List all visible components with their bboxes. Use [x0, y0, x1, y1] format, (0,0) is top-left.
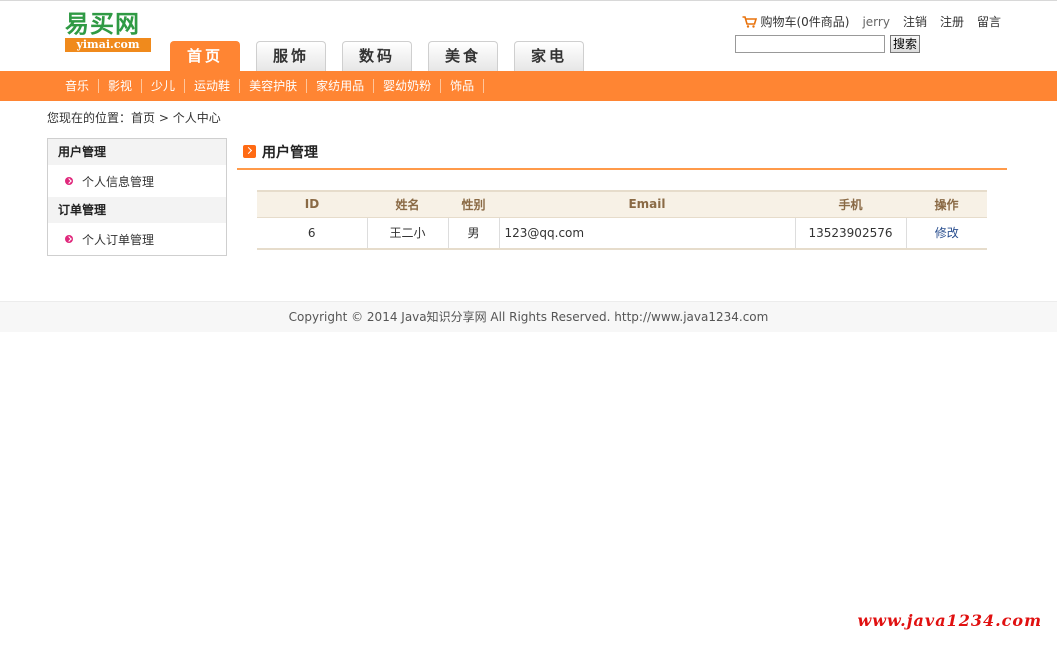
column-header-phone: 手机: [795, 190, 906, 218]
column-header-gender: 性别: [448, 190, 499, 218]
tab-appliances[interactable]: 家电: [514, 41, 584, 71]
site-logo[interactable]: 易买网 yimai.com: [65, 10, 151, 54]
search-bar: 搜索: [735, 35, 921, 53]
table-row: 6 王二小 男 123@qq.com 13523902576 修改: [257, 217, 987, 250]
breadcrumb-current: 个人中心: [172, 111, 221, 125]
cart-label: 购物车(0件商品): [760, 15, 850, 29]
category-bar: 音乐 影视 少儿 运动鞋 美容护肤 家纺用品 婴幼奶粉 饰品: [0, 71, 1057, 101]
breadcrumb-prefix: 您现在的位置：: [47, 111, 132, 125]
cell-gender: 男: [447, 217, 499, 250]
top-border: [0, 0, 1057, 1]
shopping-cart-icon: [742, 15, 758, 28]
category-accessories[interactable]: 饰品: [441, 79, 485, 93]
column-header-action: 操作: [906, 190, 987, 218]
user-bar: 购物车(0件商品) jerry 注销 注册 留言: [742, 13, 1001, 30]
section-header: 用户管理: [237, 141, 1007, 170]
search-button[interactable]: 搜索: [890, 35, 921, 53]
tab-clothing[interactable]: 服饰: [256, 41, 326, 71]
search-input[interactable]: [735, 35, 885, 53]
username[interactable]: jerry: [862, 15, 889, 29]
column-header-id: ID: [257, 190, 367, 218]
logout-link[interactable]: 注销: [903, 13, 927, 30]
tab-home[interactable]: 首页: [170, 41, 240, 71]
logo-english-text: yimai.com: [65, 38, 151, 52]
cell-action: 修改: [905, 217, 987, 250]
category-video[interactable]: 影视: [99, 79, 143, 93]
category-home-textile[interactable]: 家纺用品: [307, 79, 375, 93]
cart-link[interactable]: 购物车(0件商品): [742, 13, 849, 30]
cell-id: 6: [257, 217, 367, 250]
arrow-right-icon: [243, 145, 256, 158]
sidebar-group-order-management: 订单管理: [48, 197, 226, 223]
bullet-arrow-icon: [65, 235, 73, 243]
sidebar-item-personal-orders[interactable]: 个人订单管理: [48, 223, 226, 255]
user-table: ID 姓名 性别 Email 手机 操作 6 王二小 男 123@qq.com …: [257, 190, 987, 250]
breadcrumb-home-link[interactable]: 首页: [131, 111, 155, 125]
category-sport-shoes[interactable]: 运动鞋: [185, 79, 241, 93]
cell-name: 王二小: [366, 217, 448, 250]
logo-chinese-text: 易买网: [65, 9, 140, 38]
sidebar-item-label: 个人信息管理: [82, 174, 155, 189]
category-music[interactable]: 音乐: [56, 79, 100, 93]
page-title: 用户管理: [262, 145, 318, 161]
bullet-arrow-icon: [65, 177, 73, 185]
main-nav-tabs: 首页 服饰 数码 美食 家电: [170, 41, 600, 71]
breadcrumb-separator: >: [155, 111, 173, 125]
tab-digital[interactable]: 数码: [342, 41, 412, 71]
cell-phone: 13523902576: [794, 217, 906, 250]
column-header-email: Email: [499, 190, 795, 218]
table-header-row: ID 姓名 性别 Email 手机 操作: [257, 190, 987, 218]
register-link[interactable]: 注册: [940, 13, 964, 30]
cell-email: 123@qq.com: [498, 217, 795, 250]
watermark: www.java1234.com: [857, 611, 1042, 630]
category-beauty[interactable]: 美容护肤: [240, 79, 308, 93]
category-baby-formula[interactable]: 婴幼奶粉: [374, 79, 442, 93]
category-kids[interactable]: 少儿: [142, 79, 186, 93]
column-header-name: 姓名: [367, 190, 448, 218]
tab-food[interactable]: 美食: [428, 41, 498, 71]
sidebar-item-label: 个人订单管理: [82, 232, 155, 247]
edit-link[interactable]: 修改: [935, 226, 959, 240]
sidebar-item-personal-info[interactable]: 个人信息管理: [48, 165, 226, 197]
sidebar-group-user-management: 用户管理: [48, 139, 226, 165]
sidebar: 用户管理 个人信息管理 订单管理 个人订单管理: [47, 138, 227, 256]
breadcrumb: 您现在的位置：首页 > 个人中心: [47, 109, 221, 126]
footer-copyright: Copyright © 2014 Java知识分享网 All Rights Re…: [0, 301, 1057, 332]
message-link[interactable]: 留言: [977, 13, 1001, 30]
